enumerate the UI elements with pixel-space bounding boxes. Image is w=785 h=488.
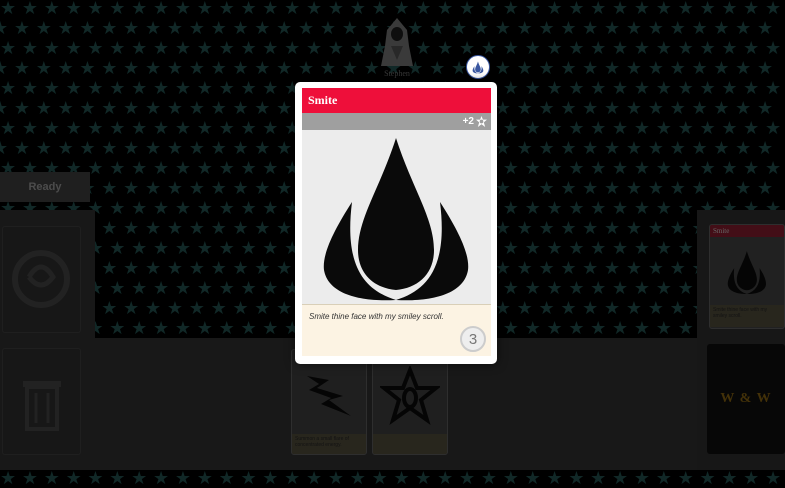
energy-burst-icon [476,116,487,127]
fire-element-icon [323,138,469,301]
card-description: Smite thine face with my smiley scroll. [309,312,444,321]
card-detail-modal[interactable]: Smite +2 Smite thine face with my smiley… [295,82,497,364]
card-art [302,130,491,304]
card-text-box: Smite thine face with my smiley scroll. … [302,304,491,356]
card-title: Smite [302,88,491,113]
card-number-badge: 3 [460,326,486,352]
card-cost-bar: +2 [302,113,491,130]
card-cost: +2 [462,116,474,127]
element-badge [466,55,490,79]
fire-element-icon [472,61,484,74]
